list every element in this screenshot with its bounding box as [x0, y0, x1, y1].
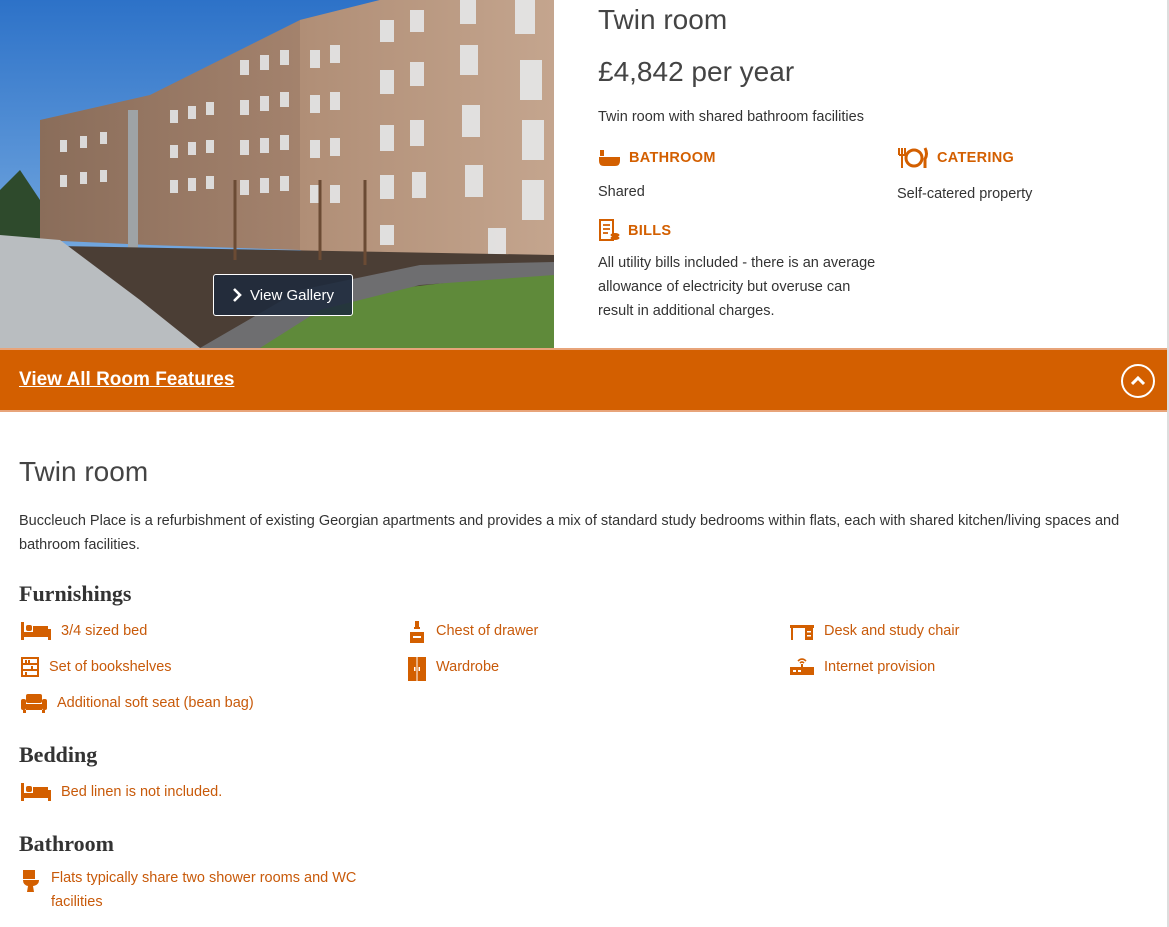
furnishings-heading: Furnishings — [19, 581, 132, 606]
feature-bathroom: BATHROOM Shared — [598, 148, 878, 204]
furnishing-item-drawers[interactable]: Chest of drawer — [408, 619, 538, 645]
desk-icon — [790, 625, 814, 640]
feature-bills: BILLS All utility bills included - there… — [598, 219, 888, 323]
bedding-item[interactable]: Bed linen is not included. — [21, 780, 222, 804]
room-price: £4,842 per year — [598, 56, 795, 87]
view-gallery-label: View Gallery — [250, 286, 334, 304]
chevron-up-icon — [1131, 376, 1145, 386]
feature-bills-value: All utility bills included - there is an… — [598, 255, 876, 319]
bath-icon — [599, 150, 620, 166]
drawers-icon — [410, 621, 424, 643]
room-description: Twin room with shared bathroom facilitie… — [598, 109, 864, 125]
wardrobe-icon — [408, 657, 426, 681]
bedding-heading: Bedding — [19, 742, 98, 767]
feature-bills-label: BILLS — [628, 223, 672, 239]
furnishing-item-label: Chest of drawer — [436, 623, 539, 639]
bathroom-item-label: Flats typically share two shower rooms a… — [51, 870, 357, 910]
furnishing-item-label: Desk and study chair — [824, 623, 960, 639]
bathroom-heading: Bathroom — [19, 831, 114, 856]
feature-bathroom-value: Shared — [598, 184, 645, 200]
furnishing-item-wardrobe[interactable]: Wardrobe — [408, 655, 499, 681]
bed-icon — [21, 622, 51, 640]
router-icon — [790, 658, 814, 675]
sofa-icon — [21, 694, 47, 713]
view-all-room-features-link[interactable]: View All Room Features — [19, 369, 234, 391]
furnishing-item-label: Internet provision — [824, 659, 936, 675]
bedding-item-label: Bed linen is not included. — [61, 784, 223, 800]
toilet-icon — [23, 870, 39, 892]
room-features-bar: View All Room Features — [0, 348, 1167, 412]
details-description: Buccleuch Place is a refurbishment of ex… — [19, 513, 1120, 553]
feature-bathroom-label: BATHROOM — [629, 150, 716, 166]
collapse-toggle-button[interactable] — [1121, 364, 1155, 398]
room-info: Twin room £4,842 per year Twin room with… — [598, 0, 1158, 348]
building-photo[interactable]: View Gallery — [0, 0, 554, 348]
room-title: Twin room — [598, 4, 728, 35]
bathroom-item[interactable]: Flats typically share two shower rooms a… — [21, 866, 381, 914]
furnishing-item-bookshelves[interactable]: Set of bookshelves — [21, 655, 172, 679]
feature-catering-label: CATERING — [937, 150, 1015, 166]
details-title: Twin room — [19, 456, 149, 487]
furnishing-item-bed[interactable]: 3/4 sized bed — [21, 619, 147, 643]
furnishing-item-label: Additional soft seat (bean bag) — [57, 695, 254, 711]
chevron-right-icon — [233, 288, 242, 302]
bed-icon — [21, 783, 51, 801]
furnishing-item-label: 3/4 sized bed — [61, 623, 148, 639]
furnishing-item-desk[interactable]: Desk and study chair — [790, 619, 959, 643]
bills-icon — [599, 219, 620, 241]
feature-catering: CATERING Self-catered property — [897, 146, 1169, 206]
bookshelf-icon — [21, 657, 39, 677]
room-summary: View Gallery Twin room £4,842 per year T… — [0, 0, 1169, 348]
feature-catering-value: Self-catered property — [897, 186, 1033, 202]
furnishing-item-label: Set of bookshelves — [49, 659, 172, 675]
plate-cutlery-icon — [898, 147, 928, 168]
furnishing-item-soft-seat[interactable]: Additional soft seat (bean bag) — [21, 691, 254, 715]
view-gallery-button[interactable]: View Gallery — [213, 274, 353, 316]
furnishing-item-internet[interactable]: Internet provision — [790, 655, 935, 679]
furnishing-item-label: Wardrobe — [436, 659, 500, 675]
